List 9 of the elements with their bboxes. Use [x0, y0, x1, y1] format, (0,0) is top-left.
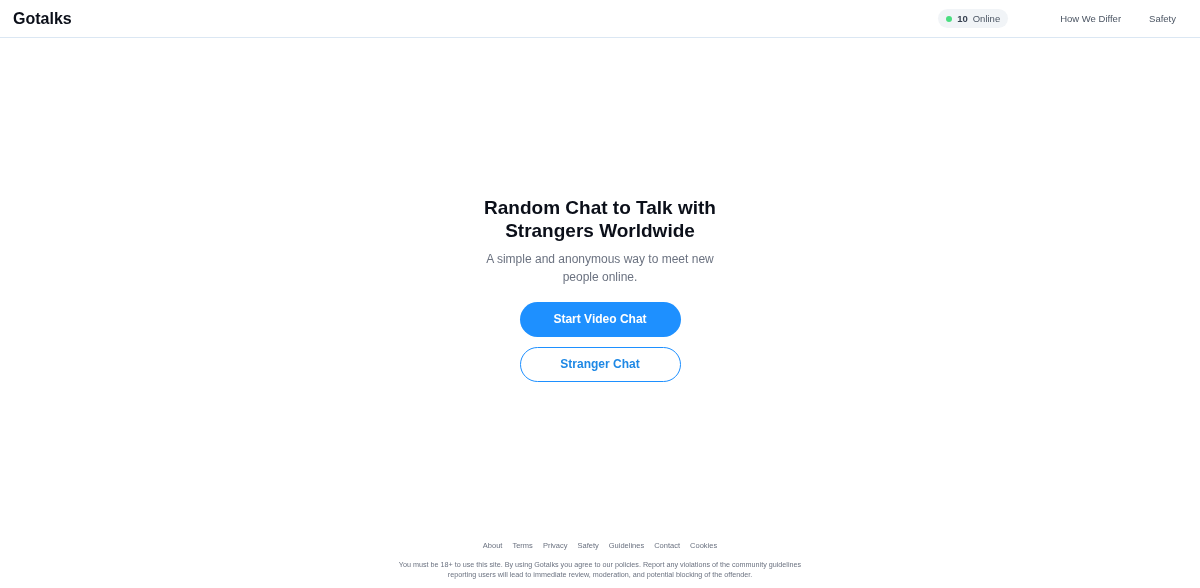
text-chat-button[interactable]: Stranger Chat [519, 346, 681, 382]
video-chat-button[interactable]: Start Video Chat [519, 301, 681, 337]
nav-link[interactable]: How We Differ [1060, 13, 1122, 24]
online-label: Online [972, 13, 1001, 24]
hero-subtitle: A simple and anonymous way to meet new people online. [485, 250, 715, 286]
hero-title: Random Chat to Talk with Strangers Worldwide [483, 195, 717, 242]
site-logo[interactable]: Gotalks [13, 9, 72, 28]
nav-link[interactable]: Safety [1149, 13, 1176, 24]
online-count: 10 [957, 13, 968, 24]
